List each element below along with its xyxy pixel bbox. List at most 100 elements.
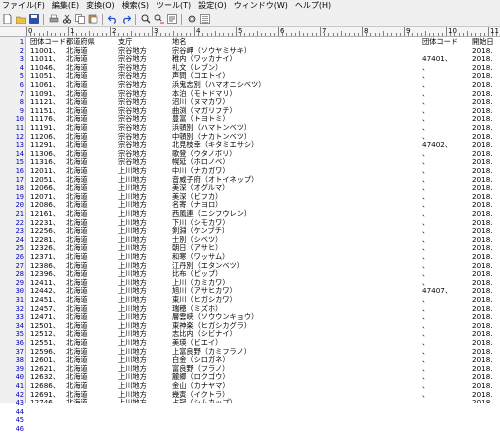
- menu-item-1[interactable]: 編集(E): [50, 0, 84, 12]
- line-number: 30: [15, 287, 24, 296]
- line-number: 35: [15, 330, 24, 339]
- line-number: 31: [15, 296, 24, 304]
- ruler-tick: [168, 33, 170, 36]
- line-number: 29: [15, 278, 24, 287]
- line-number: 38: [15, 356, 24, 365]
- ruler-tick: [122, 33, 124, 36]
- ruler-tick: [483, 33, 485, 36]
- line-number: 2: [19, 46, 24, 55]
- line-number: 46: [15, 425, 24, 433]
- menu-item-7[interactable]: ヘルプ(H): [293, 0, 336, 12]
- line-field-4: 、: [422, 398, 430, 403]
- line-number: 36: [15, 339, 24, 347]
- ruler-tick: [80, 33, 82, 36]
- ruler-tick: [412, 33, 414, 36]
- ruler-tick: [101, 33, 103, 36]
- menu-item-3[interactable]: 検索(S): [120, 0, 154, 12]
- open-folder-icon[interactable]: [15, 14, 26, 25]
- paste-icon[interactable]: [87, 14, 98, 25]
- menu-item-5[interactable]: 設定(O): [196, 0, 232, 12]
- cut-icon[interactable]: [61, 14, 72, 25]
- line-number: 41: [15, 382, 24, 390]
- column-ruler: 0 1 2 3 4 5 6 7 8 9 10 11: [0, 27, 500, 37]
- line-number-gutter: 1 2 3 4 5 6 7 8 9 10 11 12 13 14 15 16 17 18 19 20 21 22 23 24 2…: [0, 37, 26, 433]
- text-line[interactable]: 団体コード 都道府県 支庁 地名 団体コード 開始日: [26, 37, 500, 47]
- ruler-tick: [206, 33, 208, 36]
- line-number: 37: [15, 347, 24, 356]
- save-icon[interactable]: [28, 14, 39, 25]
- grep-icon[interactable]: [166, 14, 177, 25]
- line-number: 9: [19, 106, 24, 115]
- list-icon[interactable]: [199, 14, 210, 25]
- menu-item-0[interactable]: ファイル(F): [0, 0, 50, 12]
- text-editor-area[interactable]: 団体コード 都道府県 支庁 地名 団体コード 開始日 11001、 北海道 宗谷地方 宗谷岬（ソウ…: [26, 37, 500, 403]
- ruler-tick: [278, 27, 279, 36]
- menu-item-2[interactable]: 変換(O): [84, 0, 120, 12]
- menu-item-6[interactable]: ウィンドウ(W): [232, 0, 293, 12]
- line-number: 26: [15, 253, 24, 261]
- ruler-tick: [261, 33, 263, 36]
- line-number: 21: [15, 210, 24, 218]
- settings-icon[interactable]: [186, 14, 197, 25]
- ruler-tick: [135, 33, 137, 36]
- ruler-label: 11: [490, 27, 499, 35]
- new-file-icon[interactable]: [2, 14, 13, 25]
- ruler-tick: [467, 31, 468, 36]
- line-number: 20: [15, 201, 24, 210]
- line-field-0: 12746、: [30, 398, 61, 403]
- ruler-tick: [42, 33, 44, 36]
- ruler-tick: [51, 33, 53, 36]
- ruler-tick: [47, 31, 48, 36]
- ruler-tick: [59, 33, 61, 36]
- ruler-label: 8: [364, 27, 369, 35]
- line-number: 14: [15, 149, 24, 158]
- undo-icon[interactable]: [107, 14, 118, 25]
- ruler-tick: [349, 33, 351, 36]
- ruler-tick: [353, 33, 355, 36]
- ruler-tick: [345, 33, 347, 36]
- ruler-tick: [332, 33, 334, 36]
- line-field-3: 占冠（シムカップ）: [172, 398, 237, 403]
- ruler-tick: [446, 27, 447, 36]
- copy-icon[interactable]: [74, 14, 85, 25]
- ruler-tick: [475, 33, 477, 36]
- ruler-tick: [299, 31, 300, 36]
- line-number: 6: [19, 81, 24, 89]
- line-number: 34: [15, 321, 24, 330]
- menu-item-4[interactable]: ツール(T): [154, 0, 196, 12]
- replace-icon[interactable]: [153, 14, 164, 25]
- ruler-tick: [210, 33, 212, 36]
- text-line[interactable]: 12746、 北海道 上川地方 占冠（シムカップ） 、 2018.: [26, 399, 500, 403]
- ruler-tick: [429, 33, 431, 36]
- toolbar-separator: [135, 13, 136, 25]
- line-number: 7: [19, 89, 24, 98]
- ruler-tick: [110, 27, 111, 36]
- line-number: 24: [15, 235, 24, 244]
- line-number: 17: [15, 175, 24, 184]
- ruler-tick: [425, 31, 426, 36]
- ruler-tick: [68, 27, 69, 36]
- ruler-tick: [328, 33, 330, 36]
- line-number: 10: [15, 115, 24, 124]
- ruler-label: 7: [322, 27, 327, 35]
- ruler-tick: [341, 31, 342, 36]
- line-field-2: 上川地方: [118, 398, 147, 403]
- redo-icon[interactable]: [120, 14, 131, 25]
- ruler-tick: [55, 33, 57, 36]
- ruler-tick: [290, 33, 292, 36]
- line-number: 19: [15, 192, 24, 201]
- ruler-tick: [336, 33, 338, 36]
- ruler-tick: [320, 27, 321, 36]
- ruler-tick: [471, 33, 473, 36]
- ruler-label: 6: [280, 27, 285, 35]
- ruler-tick: [76, 33, 78, 36]
- find-icon[interactable]: [140, 14, 151, 25]
- print-icon[interactable]: [48, 14, 59, 25]
- ruler-label: 1: [70, 27, 75, 35]
- ruler-tick: [177, 33, 179, 36]
- toolbar-separator: [43, 13, 44, 25]
- ruler-tick: [152, 27, 153, 36]
- ruler-tick: [189, 33, 191, 36]
- ruler-tick: [139, 33, 141, 36]
- ruler-tick: [383, 31, 384, 36]
